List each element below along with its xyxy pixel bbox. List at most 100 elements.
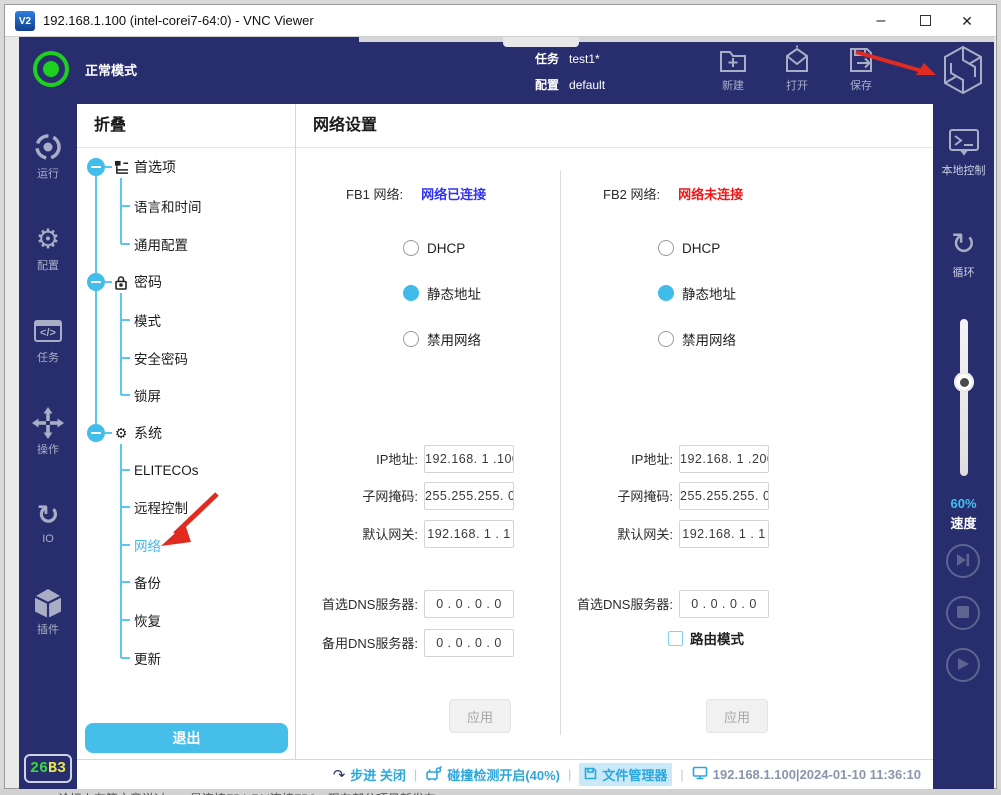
fb1-status-row: FB1 网络: 网络已连接 (346, 183, 486, 203)
speed-label: 速度 (933, 513, 994, 532)
logo-icon[interactable] (941, 44, 985, 101)
fb1-status-text: 网络已连接 (421, 184, 486, 203)
run-icon (19, 130, 77, 164)
new-label: 新建 (707, 77, 759, 93)
network-settings-body: FB1 网络: 网络已连接 DHCP 静态地址 禁用网络 (296, 148, 933, 759)
fb2-mask-input[interactable] (679, 482, 769, 510)
tree-header-collapse[interactable]: 折叠 (77, 104, 295, 148)
fb1-mask-input[interactable] (424, 482, 514, 510)
sidebar-item-loop[interactable]: ↻ 循环 (933, 226, 994, 280)
new-icon (707, 45, 759, 75)
sidebar-item-plugin[interactable]: 插件 (19, 586, 77, 637)
tree-item-mode[interactable]: 模式 (121, 309, 161, 331)
stop-button[interactable] (946, 596, 980, 630)
connector-stub (105, 281, 112, 283)
tree-item-language-time[interactable]: 语言和时间 (121, 195, 202, 217)
fb2-ip-input[interactable] (679, 445, 769, 473)
vnc-icon: V2 (15, 11, 35, 31)
fb1-dns2-row: 备用DNS服务器: (300, 628, 514, 657)
fb2-apply-button[interactable]: 应用 (706, 699, 768, 733)
fb1-radio-dhcp[interactable]: DHCP (403, 239, 465, 257)
io-icon: ↻ (19, 498, 77, 532)
remote-desktop-view: 正常模式 任务test1* 配置default 新建 (5, 37, 996, 788)
network-settings-panel: 网络设置 FB1 网络: 网络已连接 DHCP 静态地址 (296, 104, 933, 759)
fb1-radio-disable[interactable]: 禁用网络 (403, 330, 481, 348)
collision-status[interactable]: 碰撞检测开启(40%) (425, 765, 560, 784)
step-forward-button[interactable] (946, 544, 980, 578)
step-status[interactable]: ↷ 步进 关闭 (333, 765, 406, 784)
fb1-ip-input[interactable] (424, 445, 514, 473)
fb2-route-mode-checkbox[interactable]: 路由模式 (668, 628, 744, 648)
tree-item-restore[interactable]: 恢复 (121, 609, 161, 631)
fb1-radio-static[interactable]: 静态地址 (403, 284, 481, 302)
speed-slider-track[interactable] (960, 319, 968, 476)
step-status-text: 步进 关闭 (350, 765, 406, 784)
collapse-minus-icon[interactable] (87, 424, 105, 442)
system-icon: ⚙ (113, 425, 129, 441)
title-bar[interactable]: V2 192.168.1.100 (intel-corei7-64:0) - V… (5, 5, 996, 37)
open-button[interactable]: 打开 (771, 45, 823, 93)
local-control-icon (933, 124, 994, 160)
radio-icon[interactable] (403, 331, 419, 347)
sidebar-item-config[interactable]: ⚙ 配置 (19, 222, 77, 273)
tree-item-lock-screen[interactable]: 锁屏 (121, 384, 161, 406)
checkbox-icon[interactable] (668, 631, 683, 646)
tree-group-label: 系统 (134, 423, 162, 443)
sidebar-item-task[interactable]: </> 任务 (19, 314, 77, 365)
sidebar-item-run[interactable]: 运行 (19, 130, 77, 181)
exit-button[interactable]: 退出 (85, 723, 288, 753)
minimize-button[interactable]: – (866, 5, 896, 37)
fb2-radio-dhcp[interactable]: DHCP (658, 239, 720, 257)
fb1-dns1-input[interactable] (424, 590, 514, 618)
right-sidebar: 本地控制 ↻ 循环 60% 速度 (933, 104, 994, 789)
tree-connector (95, 176, 97, 434)
tree-item-update[interactable]: 更新 (121, 647, 161, 669)
fb2-radio-disable[interactable]: 禁用网络 (658, 330, 736, 348)
sidebar-item-io[interactable]: ↻ IO (19, 498, 77, 545)
fb2-mask-row: 子网掩码: (555, 481, 769, 510)
radio-icon[interactable] (658, 285, 674, 301)
page-title: 网络设置 (296, 104, 933, 148)
fb1-dns2-input[interactable] (424, 629, 514, 657)
collapse-minus-icon[interactable] (87, 158, 105, 176)
task-value: test1* (569, 52, 600, 66)
fb1-apply-button[interactable]: 应用 (449, 699, 511, 733)
radio-icon[interactable] (658, 331, 674, 347)
new-button[interactable]: 新建 (707, 45, 759, 93)
sidebar-item-local-control[interactable]: 本地控制 (933, 124, 994, 178)
fb1-gateway-input[interactable] (424, 520, 514, 548)
speed-slider-thumb[interactable] (954, 372, 974, 392)
collapse-minus-icon[interactable] (87, 273, 105, 291)
task-row: 任务test1* (535, 46, 605, 72)
background-window-strip: 论坛上有篇文章说过……是连接FB1 RM连接FB2，现在部分项目新发布…… (0, 789, 1001, 795)
tree-item-elitecos[interactable]: ELITECOs (121, 459, 199, 481)
play-button[interactable] (946, 648, 980, 682)
tree-group-system[interactable]: ⚙ 系统 (87, 422, 162, 444)
close-button[interactable]: ✕ (952, 5, 982, 37)
cutoff-text: 论坛上有篇文章说过……是连接FB1 RM连接FB2，现在部分项目新发布…… (58, 790, 460, 795)
fb1-dns1-row: 首选DNS服务器: (300, 589, 514, 618)
radio-icon[interactable] (658, 240, 674, 256)
file-manager-icon (584, 767, 597, 783)
fb2-gateway-input[interactable] (679, 520, 769, 548)
tree-group-password[interactable]: 密码 (87, 271, 162, 293)
tree-item-security-password[interactable]: 安全密码 (121, 347, 188, 369)
fb1-network-label: FB1 网络: (346, 184, 403, 203)
config-label: 配置 (535, 78, 559, 92)
tree-group-preferences[interactable]: 首选项 (87, 156, 176, 178)
password-icon (113, 274, 129, 290)
window-title: 192.168.1.100 (intel-corei7-64:0) - VNC … (43, 5, 314, 37)
separator: | (568, 767, 571, 782)
fb2-radio-static[interactable]: 静态地址 (658, 284, 736, 302)
maximize-button[interactable] (910, 5, 940, 37)
tree-item-general-config[interactable]: 通用配置 (121, 233, 188, 255)
fb2-gateway-row: 默认网关: (555, 519, 769, 548)
radio-icon[interactable] (403, 285, 419, 301)
settings-tree-panel: 折叠 首选项 语言和时间 通用配置 (77, 104, 296, 759)
radio-icon[interactable] (403, 240, 419, 256)
tree-item-backup[interactable]: 备份 (121, 571, 161, 593)
file-manager-button[interactable]: 文件管理器 (579, 763, 672, 786)
sidebar-item-operate[interactable]: 操作 (19, 406, 77, 457)
fb2-dns1-input[interactable] (679, 590, 769, 618)
left-sidebar: 运行 ⚙ 配置 </> 任务 操作 ↻ IO (19, 104, 77, 789)
